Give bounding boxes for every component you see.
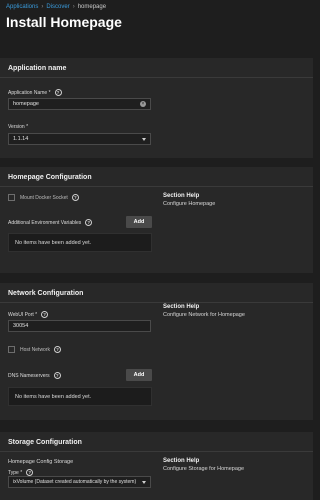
storage-type-select[interactable]: ixVolume (Dataset created automatically … [8,476,151,488]
help-circle-icon[interactable]: ? [85,219,93,226]
card-header: Homepage Configuration [0,167,313,187]
mount-docker-socket-label: Mount Docker Socket [20,194,68,201]
type-label: Type *? [8,469,34,476]
chevron-down-icon [142,480,146,484]
dns-nameservers-label-text: DNS Nameservers [8,372,50,379]
chevron-down-icon [142,137,146,141]
breadcrumb-applications[interactable]: Applications [6,4,38,10]
section-help-text: Configure Network for Homepage [163,312,245,318]
breadcrumb-separator: › [72,4,75,10]
application-name-label: Application Name *? [8,89,62,96]
help-circle-icon[interactable]: ? [54,89,62,96]
application-name-input[interactable]: homepage × [8,98,151,110]
help-circle-icon[interactable]: ? [71,194,79,201]
dns-empty-list: No items have been added yet. [8,387,152,406]
type-label-text: Type * [8,469,23,476]
homepage-configuration-card: Homepage Configuration Mount Docker Sock… [0,167,313,273]
card-header: Network Configuration [0,283,313,303]
add-dns-button[interactable]: Add [126,369,152,381]
help-circle-icon[interactable]: ? [54,346,62,353]
webui-port-label-text: WebUI Port * [8,311,38,318]
section-help-title: Section Help [163,458,200,464]
section-help-title: Section Help [163,193,200,199]
version-value: 1.1.14 [13,136,29,142]
webui-port-value: 30054 [13,323,29,329]
section-help-title: Section Help [163,304,200,310]
env-vars-empty-list: No items have been added yet. [8,233,152,252]
application-name-label-text: Application Name * [8,89,51,96]
host-network-label: Host Network [20,346,51,353]
card-header: Application name [0,58,313,78]
section-help-text: Configure Homepage [163,201,216,207]
breadcrumb-discover[interactable]: Discover [46,4,69,10]
breadcrumb-current: homepage [77,4,107,10]
env-vars-label: Additional Environment Variables? [8,219,93,226]
mount-docker-socket-checkbox[interactable] [8,194,15,201]
host-network-checkbox[interactable] [8,346,15,353]
dns-nameservers-label: DNS Nameservers? [8,372,61,379]
help-circle-icon[interactable]: ? [26,469,34,476]
application-name-value: homepage [13,101,39,107]
version-select[interactable]: 1.1.14 [8,133,151,145]
section-title: Homepage Configuration [8,174,92,181]
network-configuration-card: Network Configuration WebUI Port *? 3005… [0,283,313,420]
add-env-var-button[interactable]: Add [126,216,152,228]
mount-docker-socket-row: Mount Docker Socket ? [8,194,79,201]
storage-type-value: ixVolume (Dataset created automatically … [13,479,137,485]
section-help-text: Configure Storage for Homepage [163,466,245,472]
env-vars-label-text: Additional Environment Variables [8,219,82,226]
storage-configuration-card: Storage Configuration Homepage Config St… [0,432,313,500]
page-title: Install Homepage [6,14,122,30]
breadcrumb-separator: › [41,4,44,10]
webui-port-input[interactable]: 30054 [8,320,151,332]
help-circle-icon[interactable]: ? [53,372,61,379]
host-network-row: Host Network ? [8,346,62,353]
application-name-card: Application name Application Name *? hom… [0,58,313,158]
section-title: Application name [8,65,67,72]
section-title: Network Configuration [8,290,84,297]
version-label: Version * [8,124,29,130]
clear-icon[interactable]: × [140,101,146,107]
help-circle-icon[interactable]: ? [41,311,49,318]
breadcrumb: Applications › Discover › homepage [6,4,106,10]
card-header: Storage Configuration [0,432,313,452]
webui-port-label: WebUI Port *? [8,311,49,318]
section-title: Storage Configuration [8,439,82,446]
config-storage-label: Homepage Config Storage [8,459,74,465]
